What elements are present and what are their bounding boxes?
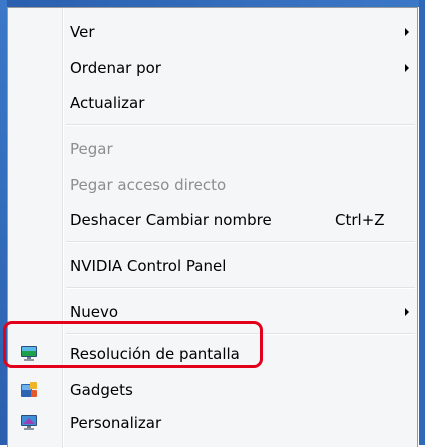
submenu-arrow-icon: [405, 308, 409, 316]
personalize-icon: [20, 414, 38, 431]
menu-item-ordenar-por[interactable]: Ordenar por: [8, 53, 417, 83]
menu-item-pegar: Pegar: [8, 134, 417, 164]
menu-item-label: Ver: [70, 23, 95, 41]
submenu-arrow-icon: [405, 28, 409, 36]
menu-item-label: Actualizar: [70, 94, 145, 112]
menu-item-label: Pegar: [70, 140, 113, 158]
menu-separator: [66, 287, 415, 289]
desktop-context-menu: Ver Ordenar por Actualizar Pegar Pegar a…: [7, 7, 418, 448]
menu-item-deshacer-cambiar-nombre[interactable]: Deshacer Cambiar nombre Ctrl+Z: [8, 205, 417, 235]
menu-item-label: Deshacer Cambiar nombre: [70, 211, 272, 229]
submenu-arrow-icon: [405, 64, 409, 72]
menu-item-gadgets[interactable]: Gadgets: [8, 375, 417, 405]
menu-item-label: Ordenar por: [70, 59, 161, 77]
menu-item-actualizar[interactable]: Actualizar: [8, 88, 417, 118]
desktop-background-right: [419, 0, 425, 445]
desktop-background-top: [0, 0, 425, 7]
menu-separator: [66, 241, 415, 243]
menu-separator: [66, 124, 415, 126]
desktop-background-left: [0, 0, 7, 445]
menu-item-shortcut: Ctrl+Z: [335, 211, 385, 229]
highlight-annotation: [3, 321, 263, 368]
menu-item-personalizar[interactable]: Personalizar: [8, 408, 417, 438]
menu-item-label: Nuevo: [70, 303, 119, 321]
menu-item-nvidia-control-panel[interactable]: NVIDIA Control Panel: [8, 251, 417, 281]
menu-item-label: Personalizar: [70, 414, 162, 432]
menu-item-label: Gadgets: [70, 381, 133, 399]
menu-item-label: Pegar acceso directo: [70, 176, 227, 194]
menu-item-ver[interactable]: Ver: [8, 17, 417, 47]
menu-item-label: NVIDIA Control Panel: [70, 257, 227, 275]
gadgets-icon: [20, 381, 38, 398]
menu-item-pegar-acceso-directo: Pegar acceso directo: [8, 170, 417, 200]
